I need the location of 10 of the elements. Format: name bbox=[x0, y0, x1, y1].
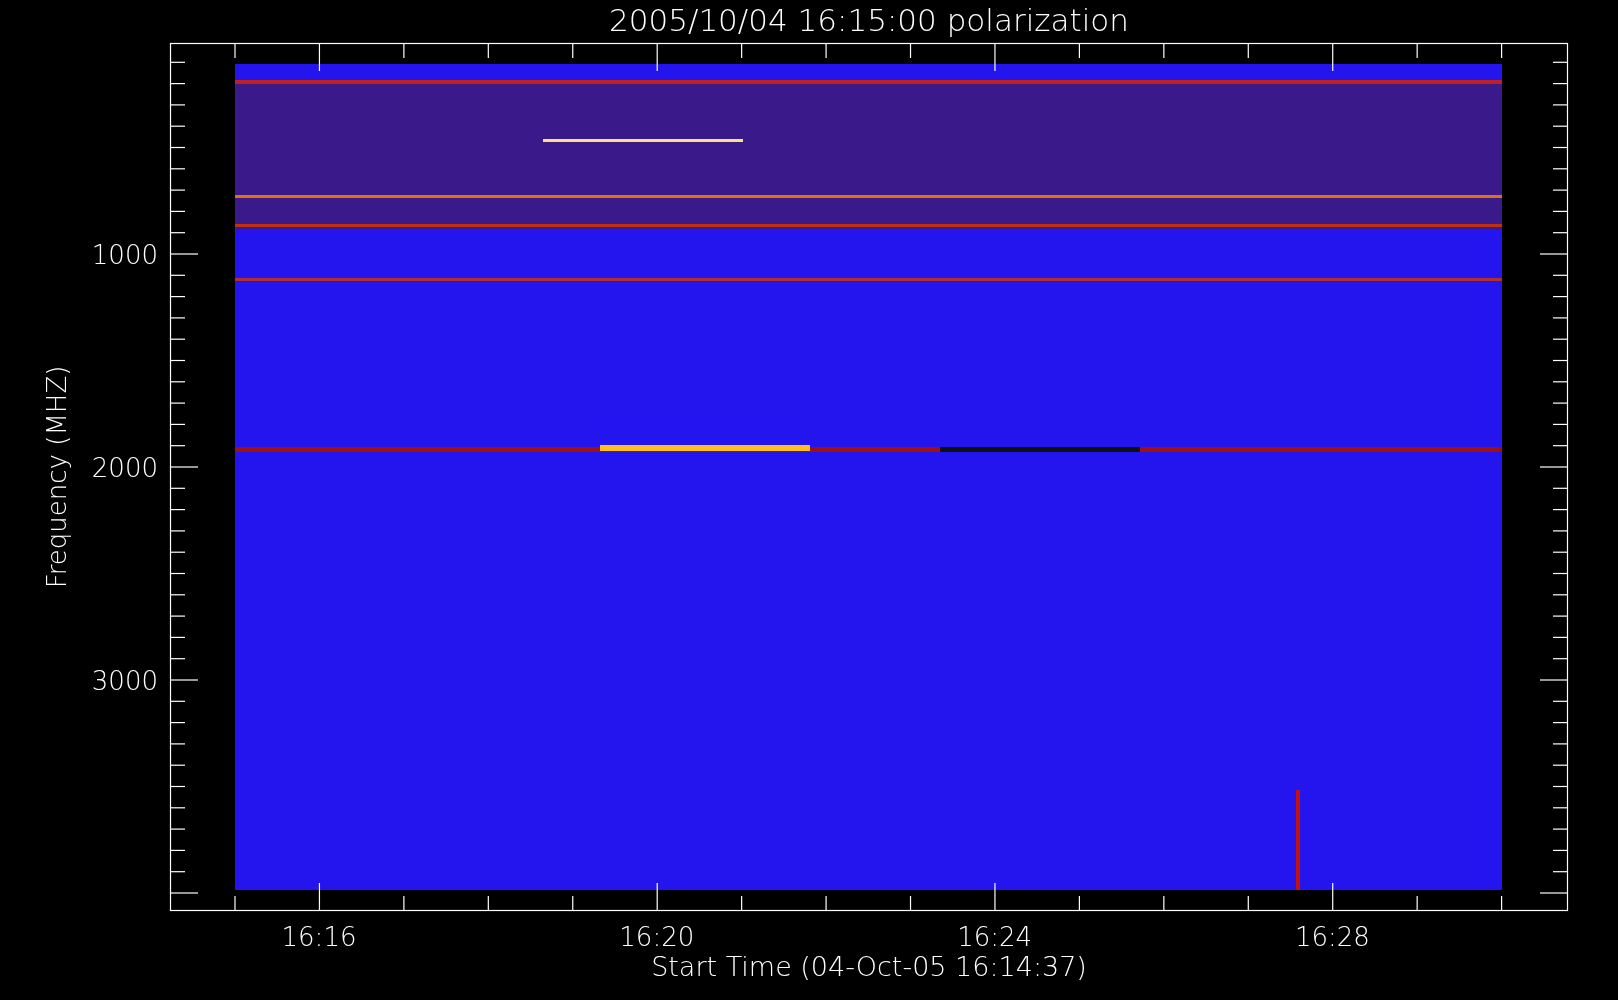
x-tick-label: 16:24 bbox=[957, 922, 1033, 952]
y-tick-label: 2000 bbox=[91, 453, 158, 483]
y-tick-label: 1000 bbox=[91, 240, 158, 270]
x-tick-label: 16:20 bbox=[619, 922, 695, 952]
chart-title: 2005/10/04 16:15:00 polarization bbox=[609, 2, 1129, 38]
x-tick-label: 16:28 bbox=[1294, 922, 1370, 952]
x-axis-label: Start Time (04-Oct-05 16:14:37) bbox=[651, 951, 1087, 982]
y-tick-label: 3000 bbox=[91, 666, 158, 696]
x-tick-label: 16:16 bbox=[281, 922, 357, 952]
y-axis-label: Frequency (MHZ) bbox=[42, 365, 72, 589]
